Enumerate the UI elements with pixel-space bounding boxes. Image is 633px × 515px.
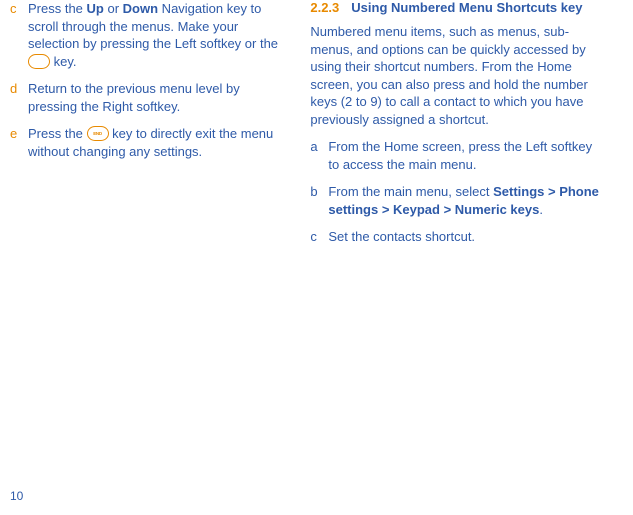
section-heading: 2.2.3 Using Numbered Menu Shortcuts key <box>310 0 605 15</box>
list-item-body: Set the contacts shortcut. <box>328 228 605 246</box>
text-run: or <box>104 1 123 16</box>
list-marker: a <box>310 138 328 173</box>
list-item-body: Return to the previous menu level by pre… <box>28 80 292 115</box>
text-run: key. <box>50 54 77 69</box>
section-number: 2.2.3 <box>310 0 339 15</box>
manual-page: cPress the Up or Down Navigation key to … <box>0 0 633 515</box>
left-column: cPress the Up or Down Navigation key to … <box>10 0 310 515</box>
page-number: 10 <box>10 489 23 503</box>
section-intro: Numbered menu items, such as menus, sub-… <box>310 23 605 128</box>
right-column: 2.2.3 Using Numbered Menu Shortcuts key Nu… <box>310 0 623 515</box>
bold-text: Up <box>87 1 104 16</box>
list-item: aFrom the Home screen, press the Left so… <box>310 138 605 173</box>
list-item: cSet the contacts shortcut. <box>310 228 605 246</box>
list-item-body: Press the END key to directly exit the m… <box>28 125 292 160</box>
list-item: bFrom the main menu, select Settings > P… <box>310 183 605 218</box>
list-item: dReturn to the previous menu level by pr… <box>10 80 292 115</box>
ok-key-icon <box>28 54 50 69</box>
text-run: . <box>539 202 543 217</box>
section-title: Using Numbered Menu Shortcuts key <box>351 0 582 15</box>
text-run: From the Home screen, press the Left sof… <box>328 139 592 172</box>
text-run: Press the <box>28 1 87 16</box>
list-item-body: Press the Up or Down Navigation key to s… <box>28 0 292 70</box>
list-item: ePress the END key to directly exit the … <box>10 125 292 160</box>
list-marker: e <box>10 125 28 160</box>
list-marker: c <box>10 0 28 70</box>
list-item-body: From the main menu, select Settings > Ph… <box>328 183 605 218</box>
text-run: Return to the previous menu level by pre… <box>28 81 240 114</box>
list-item: cPress the Up or Down Navigation key to … <box>10 0 292 70</box>
list-marker: d <box>10 80 28 115</box>
list-marker: c <box>310 228 328 246</box>
bold-text: Down <box>123 1 158 16</box>
text-run: Press the <box>28 126 87 141</box>
text-run: From the main menu, select <box>328 184 493 199</box>
text-run: Set the contacts shortcut. <box>328 229 475 244</box>
list-marker: b <box>310 183 328 218</box>
list-item-body: From the Home screen, press the Left sof… <box>328 138 605 173</box>
end-key-icon: END <box>87 126 109 141</box>
